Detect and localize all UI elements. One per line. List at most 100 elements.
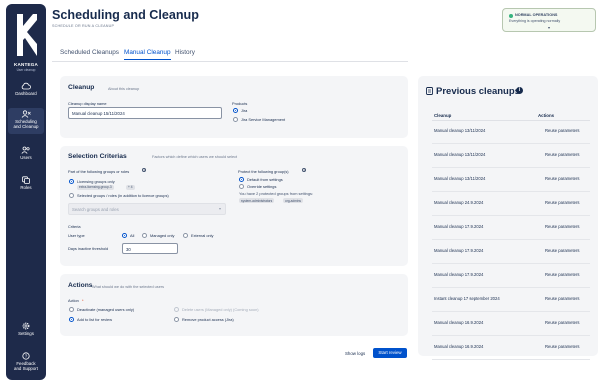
cleanup-name: Manual cleanup 16.9.2024 <box>434 320 484 325</box>
info-icon[interactable]: i <box>516 87 523 94</box>
brand-subtitle: User cleanup <box>16 68 36 72</box>
criteria-description: Factors which define which users we shou… <box>152 155 238 159</box>
show-logs-button[interactable]: Show logs <box>345 351 365 356</box>
cleanup-name: Manual cleanup 13/11/2024 <box>434 128 486 133</box>
reuse-parameters-link[interactable]: Reuse parameters <box>545 176 579 181</box>
users-icon <box>21 146 30 154</box>
reuse-parameters-link[interactable]: Reuse parameters <box>545 320 579 325</box>
nav-label: Settings <box>18 331 34 336</box>
history-icon <box>426 87 433 95</box>
page-subtitle: SCHEDULE OR RUN A CLEANUP <box>52 24 115 28</box>
start-review-button[interactable]: Start review <box>373 348 407 358</box>
selection-criteria-card: Selection Criterias Factors which define… <box>60 146 408 266</box>
selected-groups-radio[interactable] <box>69 193 74 198</box>
status-subtitle: Everything is operating normally <box>509 19 561 23</box>
licensing-only-label: Licensing groups only <box>77 179 115 184</box>
product-jsm-radio[interactable] <box>233 117 238 122</box>
add-to-review-label: Add to list for review <box>77 317 113 322</box>
reuse-parameters-link[interactable]: Reuse parameters <box>545 200 579 205</box>
tab-scheduled-cleanups[interactable]: Scheduled Cleanups <box>60 49 119 56</box>
cleanup-name: Instant cleanup 17 september 2024 <box>434 296 500 301</box>
reuse-parameters-link[interactable]: Reuse parameters <box>545 248 579 253</box>
table-row: Manual cleanup 17.9.2024 Reuse parameters <box>432 216 590 240</box>
feedback-icon: ? <box>22 352 30 360</box>
nav-dashboard[interactable]: Dashboard <box>8 82 44 96</box>
cleanup-name: Manual cleanup 24.9.2024 <box>434 200 484 205</box>
brand-name: KANTEGA <box>13 62 39 67</box>
kantega-logo <box>17 14 37 56</box>
previous-cleanups-panel: Previous cleanups i Cleanup Actions Manu… <box>418 76 598 360</box>
nav-label: Dashboard <box>15 91 37 96</box>
gear-icon <box>22 322 30 330</box>
chevron-down-icon[interactable]: ▾ <box>219 206 221 211</box>
cleanup-name: Manual cleanup 17.9.2024 <box>434 224 484 229</box>
nav-feedback[interactable]: ? Feedback and Support <box>8 352 44 371</box>
nav-label: Scheduling and Cleanup <box>13 119 39 130</box>
tab-manual-cleanup[interactable]: Manual Cleanup <box>124 49 171 60</box>
tab-history[interactable]: History <box>175 49 195 56</box>
table-row: Manual cleanup 17.9.2024 Reuse parameters <box>432 240 590 264</box>
reuse-parameters-link[interactable]: Reuse parameters <box>545 224 579 229</box>
reuse-parameters-link[interactable]: Reuse parameters <box>545 128 579 133</box>
display-name-label: Cleanup display name <box>68 101 107 106</box>
protect-label: Protect the following group(s) <box>238 169 289 174</box>
nav-settings[interactable]: Settings <box>8 322 44 336</box>
nav-scheduling[interactable]: Scheduling and Cleanup <box>8 108 44 134</box>
criteria-label: Criteria <box>68 224 81 229</box>
actions-heading: Actions <box>68 282 93 289</box>
remove-access-radio[interactable] <box>174 317 179 322</box>
add-to-review-radio[interactable] <box>69 317 74 322</box>
col-cleanup: Cleanup <box>434 113 452 118</box>
override-settings-label: Override settings <box>247 184 277 189</box>
reuse-parameters-link[interactable]: Reuse parameters <box>545 272 579 277</box>
days-threshold-label: Days inactive threshold <box>68 246 109 251</box>
cleanup-name: Manual cleanup 17.9.2024 <box>434 248 484 253</box>
sidebar: KANTEGA User cleanup Dashboard Schedulin… <box>6 4 46 380</box>
cleanup-name: Manual cleanup 13/11/2024 <box>434 176 486 181</box>
default-settings-radio[interactable] <box>239 177 244 182</box>
user-type-managed-label: Managed only <box>150 233 175 238</box>
table-row: Manual cleanup 24.9.2024 Reuse parameters <box>432 192 590 216</box>
display-name-input[interactable]: Manual cleanup 15/11/2024 <box>68 107 222 119</box>
product-jira-label: Jira <box>241 108 248 113</box>
cleanup-name: Manual cleanup 17.9.2024 <box>434 272 484 277</box>
status-panel[interactable]: NORMAL OPERATIONS Everything is operatin… <box>502 8 596 32</box>
roles-icon <box>22 176 30 184</box>
user-type-managed-radio[interactable] <box>142 233 147 238</box>
selected-groups-label: Selected groups / roles (in addition to … <box>77 193 169 198</box>
user-type-all-label: All <box>130 233 135 238</box>
cleanup-card: Cleanup About this cleanup Cleanup displ… <box>60 76 408 138</box>
deactivate-radio[interactable] <box>69 307 74 312</box>
nav-roles[interactable]: Roles <box>8 176 44 190</box>
deactivate-label: Deactivate (managed users only) <box>77 307 135 312</box>
status-ok-icon <box>509 14 513 18</box>
cleanup-name: Manual cleanup 16.9.2024 <box>434 344 484 349</box>
reuse-parameters-link[interactable]: Reuse parameters <box>545 344 579 349</box>
group-search-input[interactable]: Search groups and roles <box>68 203 226 215</box>
override-settings-radio[interactable] <box>239 184 244 189</box>
info-icon[interactable]: i <box>302 168 307 173</box>
table-row: Manual cleanup 16.9.2024 Reuse parameters <box>432 336 590 360</box>
chevron-down-icon[interactable]: ▾ <box>548 25 550 30</box>
info-icon[interactable]: i <box>142 168 147 173</box>
protected-group-chip: system-administrators <box>239 198 275 203</box>
user-type-all-radio[interactable] <box>122 233 127 238</box>
licensing-only-radio[interactable] <box>69 179 74 184</box>
actions-description: What should we do with the selected user… <box>92 285 164 289</box>
previous-cleanups-heading: Previous cleanups <box>436 86 520 97</box>
user-type-external-radio[interactable] <box>183 233 188 238</box>
products-label: Products <box>232 101 248 106</box>
criteria-heading: Selection Criterias <box>68 153 127 160</box>
cleanup-name: Manual cleanup 13/11/2024 <box>434 152 486 157</box>
reuse-parameters-link[interactable]: Reuse parameters <box>545 152 579 157</box>
table-row: Manual cleanup 13/11/2024 Reuse parameter… <box>432 144 590 168</box>
nav-label: Roles <box>20 185 32 190</box>
nav-users[interactable]: Users <box>8 146 44 160</box>
cleanup-description: About this cleanup <box>108 87 140 91</box>
product-jsm-label: Jira Service Management <box>241 117 286 122</box>
delete-users-radio <box>174 307 179 312</box>
more-groups-chip[interactable]: + 4 <box>126 184 135 190</box>
reuse-parameters-link[interactable]: Reuse parameters <box>545 296 579 301</box>
days-threshold-input[interactable]: 30 <box>122 243 178 254</box>
product-jira-radio[interactable] <box>233 108 238 113</box>
